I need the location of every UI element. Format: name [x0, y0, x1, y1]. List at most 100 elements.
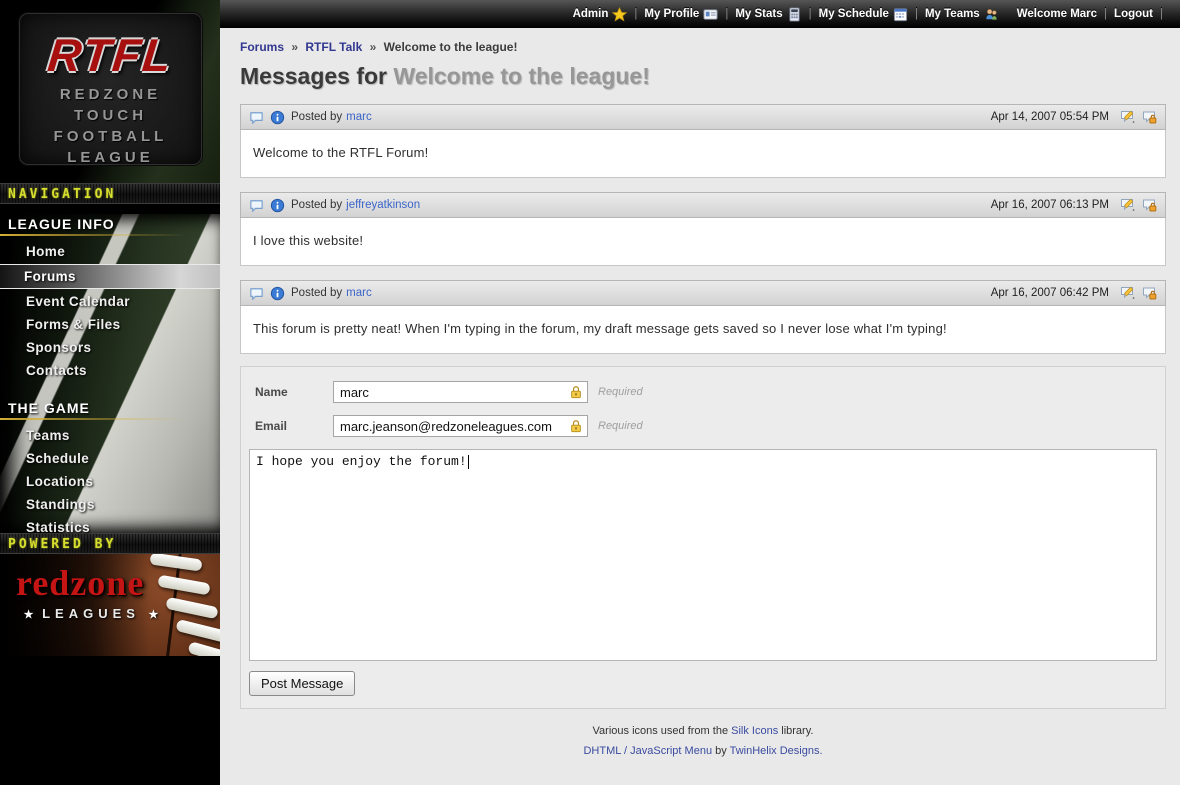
logo-line: TOUCH [20, 105, 201, 126]
sidebar-item-schedule[interactable]: Schedule [0, 447, 220, 470]
sidebar-item-standings[interactable]: Standings [0, 493, 220, 516]
my-profile-menu-item[interactable]: My Profile [644, 7, 718, 22]
sidebar-item-forms-files[interactable]: Forms & Files [0, 313, 220, 336]
edit-comment-icon[interactable] [1120, 109, 1136, 125]
star-icon [612, 7, 627, 22]
star-glyph: ★ [149, 609, 159, 621]
rtfl-logo-acronym: RTFL [17, 26, 204, 84]
breadcrumb-current: Welcome to the league! [384, 40, 518, 54]
sidebar-item-forums[interactable]: Forums [0, 264, 220, 289]
calculator-icon [787, 7, 802, 22]
navigation-banner: NAVIGATION [0, 183, 220, 204]
separator: | [809, 8, 812, 20]
separator: | [1104, 8, 1107, 20]
email-input-wrap [333, 415, 588, 437]
sidebar-item-contacts[interactable]: Contacts [0, 359, 220, 382]
leagues-wordmark: ★ LEAGUES ★ [16, 606, 166, 621]
posted-by-label: Posted by [291, 287, 342, 299]
sidebar-item-teams[interactable]: Teams [0, 424, 220, 447]
sidebar-item-home[interactable]: Home [0, 240, 220, 263]
my-stats-label: My Stats [735, 8, 782, 20]
footer-line-icons: Various icons used from the Silk Icons l… [240, 725, 1166, 737]
rtfl-logo: RTFL REDZONE TOUCH FOOTBALL LEAGUE [19, 13, 202, 165]
edit-comment-icon[interactable] [1120, 197, 1136, 213]
group-icon [984, 7, 999, 22]
sidebar-item-statistics[interactable]: Statistics [0, 516, 220, 539]
separator: | [634, 8, 637, 20]
main-content: Forums » RTFL Talk » Welcome to the leag… [220, 28, 1180, 754]
lock-icon [569, 419, 583, 433]
sidebar-item-locations[interactable]: Locations [0, 470, 220, 493]
dhtml-menu-link[interactable]: DHTML / JavaScript Menu [583, 745, 712, 757]
required-label: Required [598, 386, 643, 398]
section-header-the-game: THE GAME [0, 398, 220, 417]
redzone-wordmark: redzone [16, 564, 144, 602]
author-link[interactable]: jeffreyatkinson [346, 199, 420, 211]
edit-comment-icon[interactable] [1120, 285, 1136, 301]
lock-comment-icon[interactable] [1141, 285, 1157, 301]
message-textarea[interactable]: I hope you enjoy the forum! [249, 449, 1157, 661]
sidebar-nav: LEAGUE INFO Home Forums Event Calendar F… [0, 214, 220, 533]
silk-icons-link[interactable]: Silk Icons [731, 725, 778, 737]
breadcrumb-separator: » [370, 40, 377, 54]
name-label: Name [255, 385, 333, 399]
my-schedule-menu-item[interactable]: My Schedule [819, 7, 908, 22]
author-link[interactable]: marc [346, 111, 372, 123]
page-title-topic: Welcome to the league! [393, 63, 649, 89]
admin-label: Admin [573, 8, 609, 20]
my-profile-label: My Profile [644, 8, 699, 20]
info-icon[interactable] [270, 286, 285, 301]
message-header: Posted by marc Apr 14, 2007 05:54 PM [240, 104, 1166, 130]
post-message-button[interactable]: Post Message [249, 671, 355, 696]
message-date: Apr 14, 2007 05:54 PM [991, 111, 1109, 123]
message-date: Apr 16, 2007 06:13 PM [991, 199, 1109, 211]
logo-area: RTFL REDZONE TOUCH FOOTBALL LEAGUE [0, 0, 220, 183]
lock-comment-icon[interactable] [1141, 197, 1157, 213]
message-post: Posted by marc Apr 16, 2007 06:42 PM Thi… [240, 280, 1166, 354]
football-lace [157, 575, 210, 596]
comment-icon [249, 110, 264, 125]
my-schedule-label: My Schedule [819, 8, 889, 20]
sidebar-filler [0, 656, 220, 785]
my-teams-label: My Teams [925, 8, 980, 20]
lock-comment-icon[interactable] [1141, 109, 1157, 125]
my-stats-menu-item[interactable]: My Stats [735, 7, 801, 22]
top-bar: Admin | My Profile | My Stats | My Sched… [220, 0, 1180, 28]
message-body: This forum is pretty neat! When I'm typi… [240, 306, 1166, 354]
breadcrumb-link-rtfl-talk[interactable]: RTFL Talk [305, 40, 362, 54]
breadcrumb-separator: » [291, 40, 298, 54]
sidebar-item-event-calendar[interactable]: Event Calendar [0, 290, 220, 313]
my-teams-menu-item[interactable]: My Teams [925, 7, 999, 22]
sidebar-item-sponsors[interactable]: Sponsors [0, 336, 220, 359]
message-header: Posted by marc Apr 16, 2007 06:42 PM [240, 280, 1166, 306]
email-input[interactable] [333, 415, 588, 437]
footer-text: library. [778, 725, 813, 737]
name-row: Name Required [255, 381, 1157, 403]
comment-icon [249, 286, 264, 301]
breadcrumb-link-forums[interactable]: Forums [240, 40, 284, 54]
logo-line: FOOTBALL [20, 126, 201, 147]
message-post: Posted by jeffreyatkinson Apr 16, 2007 0… [240, 192, 1166, 266]
lock-icon [569, 385, 583, 399]
logout-link[interactable]: Logout [1114, 8, 1153, 20]
leagues-text: LEAGUES [42, 606, 140, 621]
page-title: Messages for Welcome to the league! [240, 63, 1166, 90]
footer-text: by [712, 745, 730, 757]
admin-menu-item[interactable]: Admin [573, 7, 628, 22]
redzone-leagues-logo: redzone ★ LEAGUES ★ [0, 554, 220, 656]
breadcrumb: Forums » RTFL Talk » Welcome to the leag… [240, 40, 1166, 54]
separator: | [915, 8, 918, 20]
posted-by-label: Posted by [291, 111, 342, 123]
logo-line: LEAGUE [20, 147, 201, 168]
posted-by-label: Posted by [291, 199, 342, 211]
name-input[interactable] [333, 381, 588, 403]
twinhelix-link[interactable]: TwinHelix Designs. [730, 745, 823, 757]
author-link[interactable]: marc [346, 287, 372, 299]
message-date: Apr 16, 2007 06:42 PM [991, 287, 1109, 299]
profile-card-icon [703, 7, 718, 22]
separator: | [1160, 8, 1163, 20]
welcome-user-label: Welcome Marc [1017, 8, 1097, 20]
info-icon[interactable] [270, 110, 285, 125]
sidebar: RTFL REDZONE TOUCH FOOTBALL LEAGUE NAVIG… [0, 0, 220, 754]
info-icon[interactable] [270, 198, 285, 213]
